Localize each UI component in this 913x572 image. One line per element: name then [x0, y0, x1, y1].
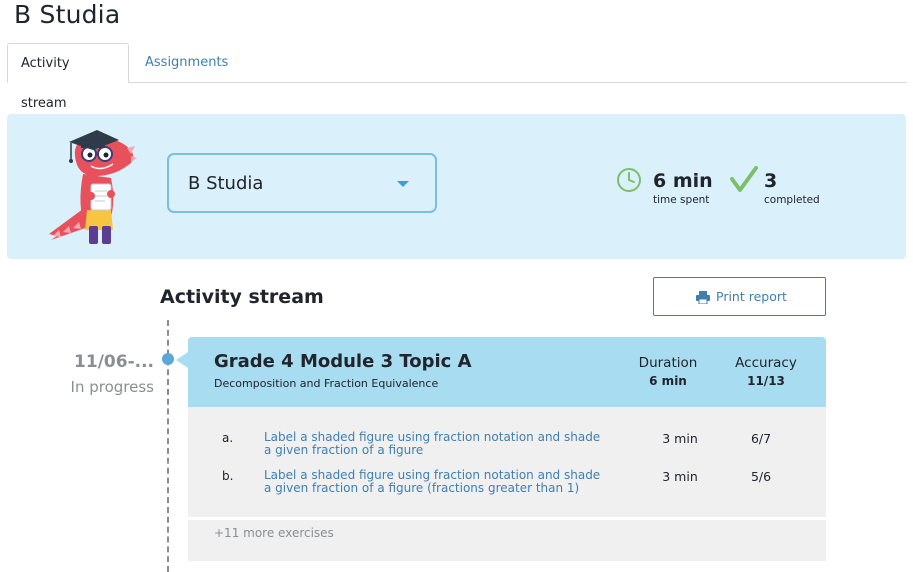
more-exercises-footer: +11 more exercises — [188, 519, 826, 561]
clock-icon — [617, 168, 641, 192]
entry-status: In progress — [70, 378, 154, 396]
exercise-letter: b. — [222, 469, 234, 483]
print-report-label: Print report — [716, 289, 787, 304]
tab-assignments[interactable]: Assignments — [132, 43, 241, 83]
exercise-row: b. Label a shaded figure using fraction … — [188, 469, 826, 505]
more-exercises-link[interactable]: +11 more exercises — [214, 526, 334, 540]
activity-subtitle: Decomposition and Fraction Equivalence — [214, 377, 439, 390]
tab-bar: Activity stream Assignments — [7, 43, 906, 111]
checkmark-icon — [730, 166, 758, 192]
accuracy-header: Accuracy — [735, 355, 797, 371]
completed-value: 3 — [764, 170, 778, 192]
completed-caption: completed — [764, 194, 820, 206]
student-summary-banner: B Studia 6 min time spent 3 completed — [7, 114, 906, 259]
exercise-link[interactable]: Label a shaded figure using fraction not… — [264, 469, 604, 495]
time-spent-caption: time spent — [653, 194, 710, 206]
exercise-accuracy: 6/7 — [750, 431, 772, 446]
duration-total: 6 min — [649, 374, 687, 388]
timeline-dot — [162, 353, 174, 365]
duration-header: Duration — [638, 355, 698, 371]
page-title: B Studia — [14, 0, 121, 29]
activity-stream-heading: Activity stream — [160, 286, 324, 308]
printer-icon — [696, 291, 710, 304]
exercise-duration: 3 min — [662, 469, 698, 484]
accuracy-total: 11/13 — [747, 374, 785, 388]
student-dropdown[interactable]: B Studia — [167, 153, 437, 213]
dinosaur-mascot-icon — [49, 130, 137, 244]
tab-activity-stream[interactable]: Activity stream — [7, 43, 129, 111]
exercise-link[interactable]: Label a shaded figure using fraction not… — [264, 431, 604, 457]
time-spent-value: 6 min — [653, 170, 713, 192]
exercise-row: a. Label a shaded figure using fraction … — [188, 431, 826, 467]
chevron-down-icon — [397, 181, 409, 187]
activity-title: Grade 4 Module 3 Topic A — [214, 351, 472, 372]
print-report-button[interactable]: Print report — [653, 277, 826, 316]
exercise-accuracy: 5/6 — [750, 469, 772, 484]
exercise-duration: 3 min — [662, 431, 698, 446]
entry-date: 11/06-... — [74, 352, 154, 372]
student-dropdown-value: B Studia — [188, 173, 264, 194]
exercise-letter: a. — [222, 431, 234, 445]
exercise-list: a. Label a shaded figure using fraction … — [188, 407, 826, 517]
activity-card-header: Grade 4 Module 3 Topic A Decomposition a… — [188, 337, 826, 407]
card-pointer — [176, 352, 188, 368]
